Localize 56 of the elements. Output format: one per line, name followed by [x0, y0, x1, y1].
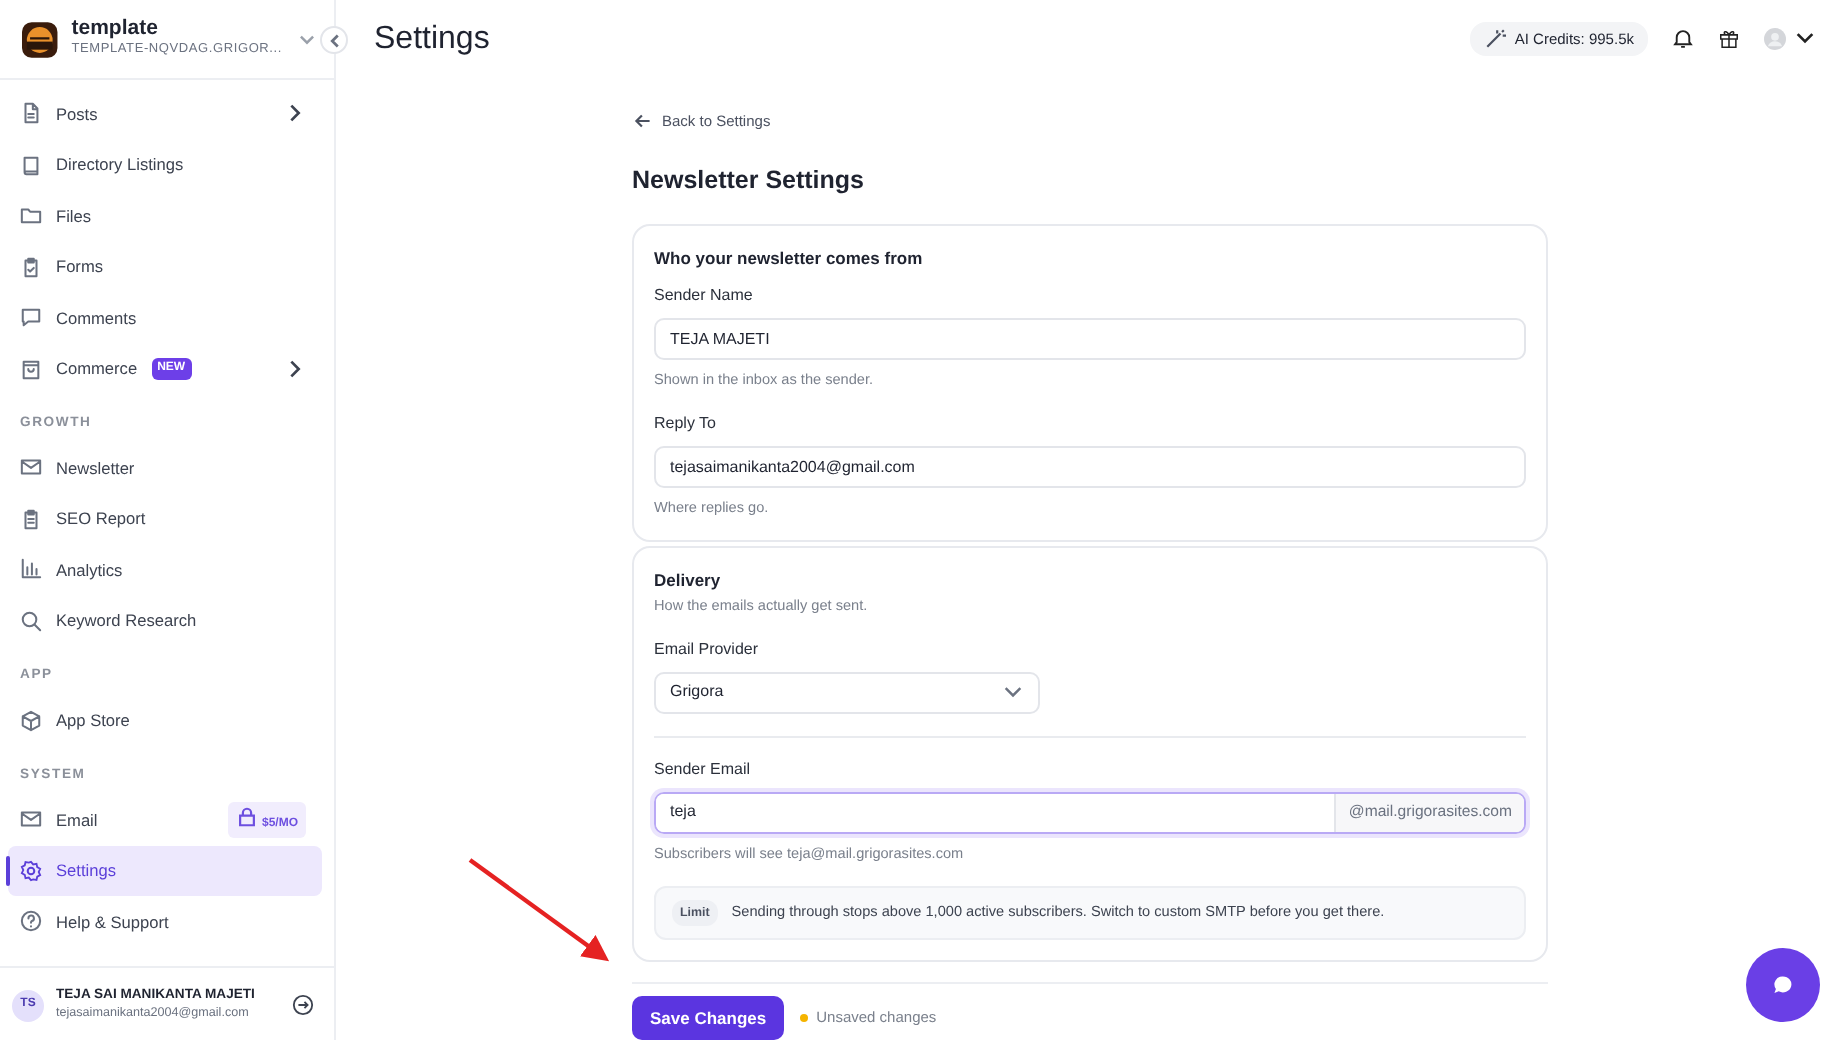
envelope-icon	[20, 808, 42, 831]
chat-bubble-icon	[1772, 974, 1794, 996]
help-icon	[20, 910, 42, 933]
save-button[interactable]: Save Changes	[632, 996, 785, 1040]
sidebar-item[interactable]: Settings	[8, 845, 322, 897]
bar-chart-icon	[20, 558, 42, 581]
sidebar-item[interactable]: Newsletter	[8, 442, 322, 494]
sidebar-item[interactable]: Comments	[8, 292, 322, 343]
logout-icon	[292, 994, 314, 1016]
book-icon	[20, 153, 42, 176]
envelope-icon	[20, 456, 42, 479]
bag-icon	[20, 357, 42, 380]
sidebar-item[interactable]: Help & Support	[8, 896, 322, 948]
page-header-title: Settings	[374, 19, 492, 59]
clipboard-icon	[20, 507, 42, 530]
cube-icon	[20, 709, 42, 732]
magic-wand-icon	[1484, 28, 1507, 51]
sidebar-item[interactable]: Keyword Research	[8, 595, 322, 647]
sidebar-item[interactable]: App Store	[8, 694, 322, 746]
sidebar-item[interactable]: Files	[8, 190, 322, 241]
folder-icon	[20, 204, 42, 227]
page-title: Newsletter Settings	[632, 163, 867, 198]
arrow-left-icon	[632, 110, 654, 133]
sidebar-item[interactable]: Analytics	[8, 544, 322, 596]
gift-button[interactable]	[1718, 28, 1740, 51]
bell-icon	[1672, 28, 1694, 51]
chevron-right-icon	[284, 357, 306, 380]
field-label: Sender Email	[654, 757, 753, 782]
field-label: Email Provider	[654, 637, 761, 662]
comment-icon	[20, 306, 42, 329]
logout-button[interactable]	[292, 994, 314, 1016]
sidebar-item[interactable]: SEO Report	[8, 493, 322, 545]
avatar-icon	[1764, 28, 1786, 51]
field-label: Reply To	[654, 412, 718, 437]
workspace-name: template	[71, 17, 160, 41]
sidebar-item[interactable]: Directory Listings	[8, 139, 322, 190]
text-field[interactable]: tejasaimanikanta2004@gmail.com	[654, 446, 1526, 489]
workspace-logo	[22, 17, 58, 61]
chevron-right-icon	[284, 102, 306, 125]
gear-icon	[20, 859, 42, 882]
sidebar-item[interactable]: Forms	[8, 241, 322, 292]
card-title: Delivery	[654, 568, 723, 594]
document-icon	[20, 102, 42, 125]
clipboard-icon	[20, 255, 42, 278]
provider-select[interactable]: Grigora	[654, 671, 1040, 714]
text-field[interactable]: TEJA MAJETI	[654, 318, 1526, 361]
search-icon	[20, 609, 42, 632]
collapse-sidebar-button[interactable]	[320, 26, 348, 54]
card-title: Who your newsletter comes from	[654, 246, 925, 273]
gift-icon	[1718, 28, 1740, 51]
notifications-button[interactable]	[1672, 28, 1694, 51]
account-menu-button[interactable]	[1764, 28, 1816, 51]
field-label: Sender Name	[654, 284, 755, 309]
lock-icon	[236, 805, 259, 828]
sidebar-item[interactable]: Posts	[8, 88, 322, 139]
chat-button[interactable]	[1746, 948, 1820, 1022]
